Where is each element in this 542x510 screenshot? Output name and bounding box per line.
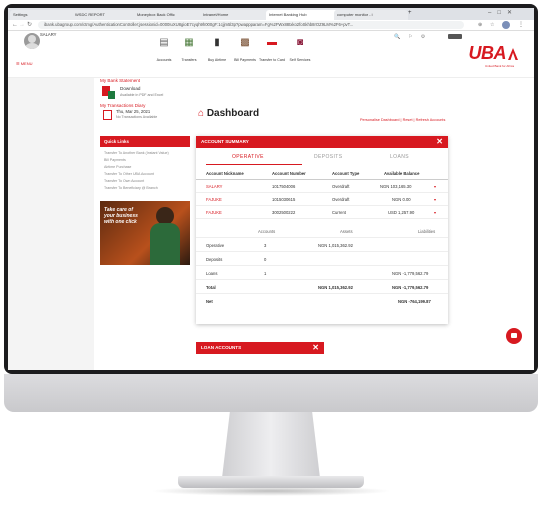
download-sub: Available in PDF and Excel [120,93,164,97]
toolbar-label-airtime[interactable]: Buy Airtime [208,58,226,62]
reload-icon[interactable]: ↻ [27,20,32,30]
row-action-icon[interactable]: ▾ [434,181,436,192]
quick-link[interactable]: Transfer To Other UBA Account [100,170,190,177]
monitor-chin [4,374,538,412]
loan-accounts-header: LOAN ACCOUNTS ✕ [196,342,324,354]
quick-links-title: Quick Links [100,136,190,147]
totals-row: Loans 1 NGN -1,779,562.79 [196,268,448,280]
header-utility-icons[interactable]: 🔍⚐⚙ [394,34,433,40]
toolbar-label-accounts[interactable]: Accounts [157,58,172,62]
row-action-icon[interactable]: ▾ [434,194,436,205]
close-icon[interactable]: ✕ [312,342,319,354]
totals-row: Total NGN 1,015,362.92 NGN -1,779,562.79 [196,282,448,294]
url-input[interactable]: ibank.ubagroup.com/ctmg/AuthenticationCo… [38,21,464,29]
card-header: ACCOUNT SUMMARY ✕ [196,136,448,148]
diary-date: Thu, Mar 25, 2021 [116,109,151,114]
zoom-icon[interactable]: ⊕ [478,20,482,30]
active-tab-underline [206,164,302,165]
browser-tab-bar: Settings WSDC REPORT Moneybox Back Offic… [8,8,534,20]
home-icon[interactable]: ⌂ [198,108,204,119]
window-controls-icon[interactable]: –□✕ [488,9,518,16]
toolbar-label-self-service[interactable]: Self Services [290,58,311,62]
table-row[interactable]: SALARY 1017504006 Overdraft NGN 103,165.… [196,181,448,193]
nav-back-icon[interactable]: ← [12,20,18,30]
browser-tab-active[interactable]: Internet Banking Hub [266,10,338,20]
uba-tagline: United Bank for Africa [484,64,514,68]
quick-link[interactable]: Airtime Purchase [100,163,190,170]
tab-operative[interactable]: OPERATIVE [232,154,264,160]
browser-tab[interactable]: Moneybox Back Offic [134,10,204,20]
left-panel: My Bank Statement Download Available in … [100,78,190,265]
totals-row: Operative 3 NGN 1,015,362.92 [196,240,448,252]
personalise-link[interactable]: Personalise Dashboard [360,118,399,122]
avatar[interactable] [24,33,40,49]
bill-icon[interactable]: ▩ [237,37,253,48]
table-row[interactable]: FAJUKE 3002500222 Current USD 1,257.90 ▾ [196,207,448,219]
nav-forward-icon[interactable]: → [19,20,25,30]
uba-logo: UBA [469,43,518,64]
logout-icon[interactable] [448,34,462,39]
new-tab-icon[interactable]: + [408,10,412,16]
dashboard-links: Personalise Dashboard | Reset | Refresh … [360,118,446,122]
browser-tab[interactable]: WSDC REPORT [72,10,138,20]
profile-avatar-icon[interactable] [502,21,510,29]
user-name: SALARY [40,32,57,37]
airtime-icon[interactable]: ▮ [209,37,225,48]
close-icon[interactable]: ✕ [436,136,443,148]
toolbar-label-bill[interactable]: Bill Payments [234,58,256,62]
chat-icon [511,333,517,338]
browser-tab[interactable]: Settings [10,10,76,20]
download-link[interactable]: Download [120,86,140,91]
transfers-icon[interactable]: ▦ [181,37,197,48]
table-row[interactable]: FAJUKE 1015030615 Overdraft NGN 0.00 ▾ [196,194,448,206]
refresh-link[interactable]: Refresh Accounts [416,118,446,122]
card-icon[interactable]: ▬ [264,37,280,48]
totals-row: Net NGN -764,199.87 [206,299,431,304]
tab-deposits[interactable]: DEPOSITS [314,154,342,160]
bookmark-star-icon[interactable]: ☆ [490,20,494,30]
promo-text: Take care of your business with one clic… [104,207,138,225]
reset-link[interactable]: Reset [403,118,413,122]
totals-header: Accounts Assets Liabilities [196,226,448,238]
toolbar-label-transfers[interactable]: Transfers [181,58,196,62]
accounts-icon[interactable]: ▤ [156,37,172,48]
quick-link[interactable]: Transfer To Beneficiary @ Branch [100,184,190,191]
menu-button[interactable]: ☰ MENU [16,61,32,66]
monitor-stand-neck [222,412,320,478]
totals-row: Deposits 0 [196,254,448,266]
row-action-icon[interactable]: ▾ [434,207,436,218]
promo-person-body [150,223,180,265]
chat-button[interactable] [506,328,522,344]
quick-link[interactable]: Transfer To Another Bank (Instant Value) [100,149,190,156]
browser-menu-icon[interactable]: ⋮ [518,20,524,30]
quick-link[interactable]: Bill Payments [100,156,190,163]
summary-tabs: OPERATIVE DEPOSITS LOANS [196,148,448,166]
accounts-table-header: Account Nickname Account Number Account … [196,168,448,180]
account-summary-card: ACCOUNT SUMMARY ✕ OPERATIVE DEPOSITS LOA… [196,136,448,324]
monitor-screen: Settings WSDC REPORT Moneybox Back Offic… [8,8,534,370]
quick-link[interactable]: Transfer To Own Account [100,177,190,184]
address-bar-row: ← → ↻ ibank.ubagroup.com/ctmg/Authentica… [8,20,534,31]
self-service-icon[interactable]: ◙ [292,37,308,48]
bank-header: SALARY ☰ MENU ▤ Accounts ▦ Transfers ▮ B… [8,31,534,78]
page-title: ⌂ Dashboard [198,108,260,119]
uba-logo-mark [508,48,518,60]
promo-banner[interactable]: Take care of your business with one clic… [100,201,190,265]
browser-tab[interactable]: computer monitor - i [334,10,408,20]
monitor-stand-base [178,476,364,488]
tab-loans[interactable]: LOANS [390,154,409,160]
left-gutter [8,78,94,370]
excel-icon[interactable] [108,91,115,99]
toolbar-label-card[interactable]: Transfer to Card [259,58,285,62]
calendar-icon [103,110,112,120]
diary-sub: No Transactions Available [116,115,158,119]
browser-tab[interactable]: Intranet/Home [200,10,270,20]
